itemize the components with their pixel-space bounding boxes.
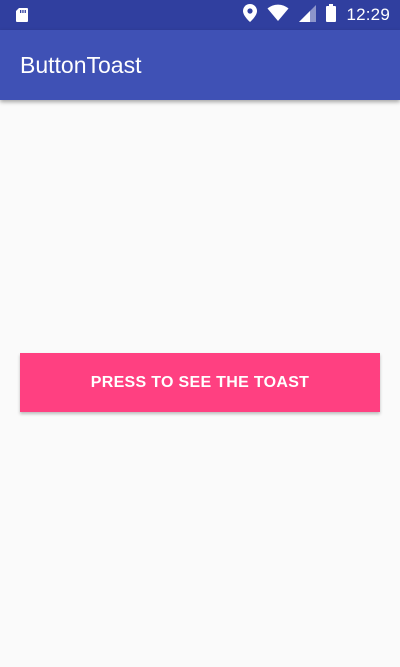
- status-bar: 12:29: [0, 0, 400, 30]
- app-bar: ButtonToast: [0, 30, 400, 100]
- wifi-icon: [267, 4, 289, 26]
- battery-icon: [326, 4, 337, 26]
- status-time: 12:29: [346, 5, 390, 24]
- app-screen: 12:29 ButtonToast PRESS TO SEE THE TOAST: [0, 0, 400, 667]
- main-content: PRESS TO SEE THE TOAST: [0, 100, 400, 667]
- location-icon: [243, 4, 258, 26]
- show-toast-button[interactable]: PRESS TO SEE THE TOAST: [20, 353, 380, 412]
- app-title: ButtonToast: [20, 52, 142, 78]
- cell-signal-icon: [299, 4, 317, 26]
- status-icons: 12:29: [243, 0, 390, 30]
- sd-card-icon: [14, 7, 30, 23]
